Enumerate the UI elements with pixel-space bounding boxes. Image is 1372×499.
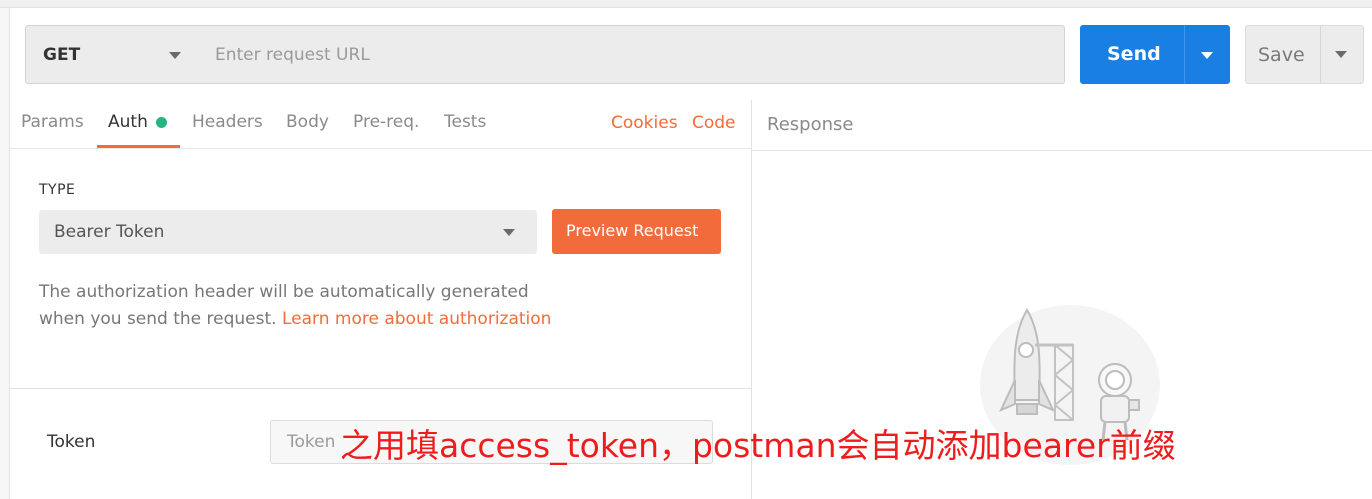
left-sidebar-edge (0, 8, 10, 499)
cookies-link[interactable]: Cookies (611, 113, 678, 133)
auth-description: The authorization header will be automat… (39, 279, 559, 333)
tab-body[interactable]: Body (286, 112, 329, 132)
tab-headers[interactable]: Headers (192, 112, 263, 132)
save-label: Save (1258, 44, 1305, 66)
save-divider (1320, 26, 1321, 83)
request-tabs: Params Auth Headers Body Pre-req. Tests … (10, 100, 751, 149)
send-label: Send (1107, 43, 1161, 65)
token-placeholder: Token (287, 432, 336, 452)
red-annotation-overlay: 之用填access_token，postman会自动添加bearer前缀 (340, 426, 1176, 465)
auth-type-select[interactable]: Bearer Token (39, 210, 537, 254)
save-options-chevron-icon[interactable] (1335, 51, 1347, 58)
url-placeholder: Enter request URL (215, 45, 370, 65)
window-top-strip (0, 0, 1372, 8)
response-title: Response (767, 114, 854, 135)
chevron-down-icon (503, 229, 515, 236)
tab-pre-request[interactable]: Pre-req. (353, 112, 419, 132)
tab-tests[interactable]: Tests (444, 112, 486, 132)
response-header: Response (752, 100, 1372, 151)
learn-more-link[interactable]: Learn more about authorization (282, 309, 551, 329)
preview-request-label: Preview Request (566, 221, 699, 240)
auth-type-label: TYPE (39, 182, 76, 198)
preview-request-button[interactable]: Preview Request (552, 209, 721, 254)
section-divider (10, 388, 751, 389)
method-select[interactable]: GET (25, 25, 200, 84)
url-input[interactable]: Enter request URL (199, 25, 1065, 84)
auth-active-dot (156, 117, 167, 128)
code-link[interactable]: Code (692, 113, 736, 133)
chevron-down-icon (169, 52, 181, 59)
method-value: GET (43, 45, 81, 65)
active-tab-indicator (97, 145, 180, 148)
save-button[interactable]: Save (1245, 25, 1364, 84)
auth-type-value: Bearer Token (54, 222, 165, 242)
token-label: Token (47, 432, 96, 452)
tab-params[interactable]: Params (21, 112, 84, 132)
tab-auth[interactable]: Auth (108, 112, 148, 132)
send-button[interactable]: Send (1080, 25, 1230, 84)
send-options-chevron-icon[interactable] (1201, 52, 1213, 59)
send-divider (1184, 25, 1185, 84)
